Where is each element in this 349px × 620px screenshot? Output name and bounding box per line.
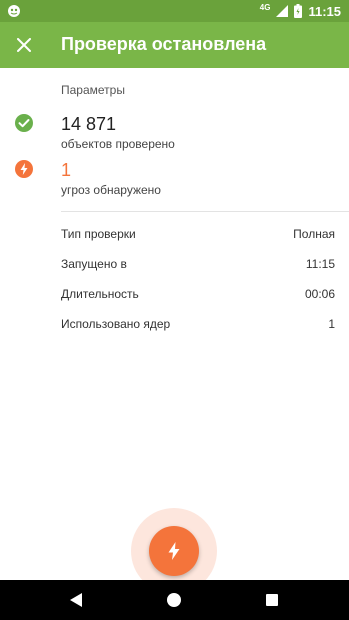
back-icon xyxy=(70,593,82,607)
detail-label: Запущено в xyxy=(61,257,127,271)
back-button[interactable] xyxy=(66,590,86,610)
scanned-count: 14 871 xyxy=(61,114,117,134)
app-notification-icon xyxy=(8,5,20,17)
detail-value: 11:15 xyxy=(305,257,335,271)
detail-value: Полная xyxy=(293,227,335,241)
threats-fab-button[interactable] xyxy=(149,526,199,576)
recents-icon xyxy=(266,594,278,606)
threat-count: 1 xyxy=(61,160,72,180)
detail-row-scan-type: Тип проверки Полная xyxy=(61,227,335,243)
signal-icon xyxy=(276,5,289,17)
close-button[interactable] xyxy=(10,31,38,59)
detail-value: 00:06 xyxy=(304,287,335,301)
divider xyxy=(61,211,349,212)
detail-label: Использовано ядер xyxy=(61,317,171,331)
section-label-parameters: Параметры xyxy=(61,83,125,97)
home-icon xyxy=(167,593,181,607)
close-icon xyxy=(17,38,31,52)
check-circle-icon xyxy=(15,114,33,132)
bolt-icon xyxy=(168,542,180,560)
recents-button[interactable] xyxy=(262,590,282,610)
network-type-label: 4G xyxy=(259,3,271,12)
scanned-caption: объектов проверено xyxy=(61,137,175,151)
threat-bolt-icon xyxy=(15,160,33,178)
detail-row-started-at: Запущено в 11:15 xyxy=(61,257,335,273)
detail-value: 1 xyxy=(328,317,335,331)
detail-label: Длительность xyxy=(61,287,139,301)
detail-row-cores: Использовано ядер 1 xyxy=(61,317,335,333)
navigation-bar xyxy=(0,580,349,620)
toolbar: Проверка остановлена xyxy=(0,22,349,68)
page-title: Проверка остановлена xyxy=(61,34,267,54)
status-time: 11:15 xyxy=(308,3,341,19)
detail-label: Тип проверки xyxy=(61,227,136,241)
threat-caption: угроз обнаружено xyxy=(61,183,161,197)
detail-row-duration: Длительность 00:06 xyxy=(61,287,335,303)
battery-icon xyxy=(294,4,303,18)
status-bar: 4G 11:15 xyxy=(0,0,349,22)
home-button[interactable] xyxy=(164,590,184,610)
